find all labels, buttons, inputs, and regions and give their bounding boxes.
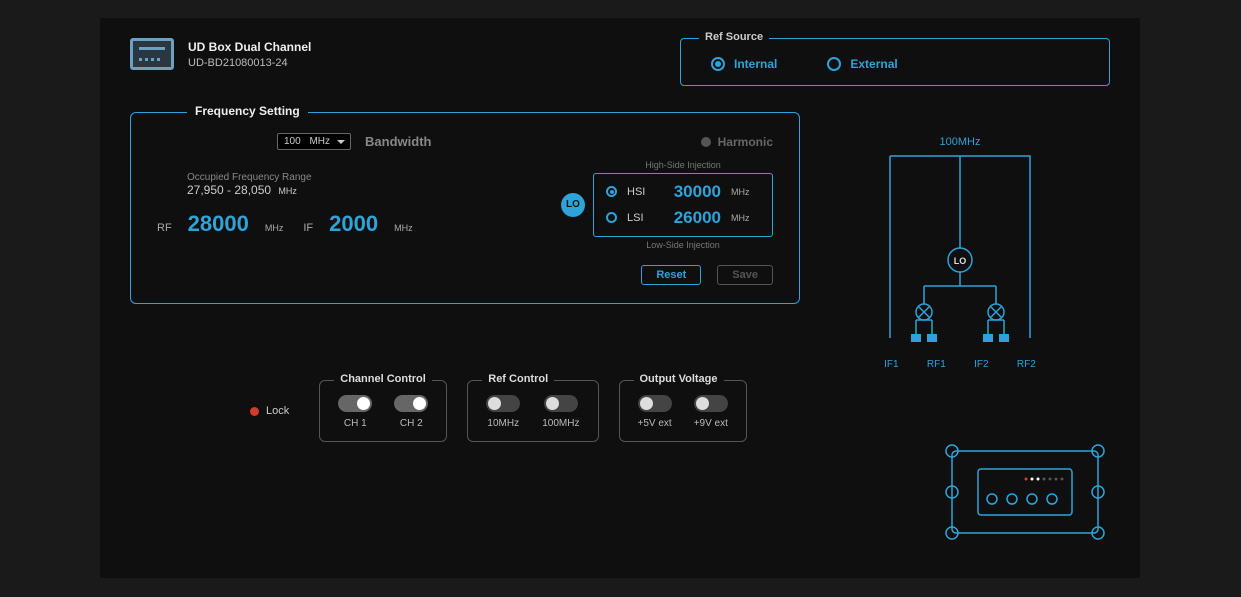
lo-diagram: 100MHz LO (870, 136, 1050, 386)
lock-dot-icon (250, 407, 259, 416)
device-model: UD-BD21080013-24 (188, 57, 311, 69)
if-field[interactable]: IF 2000 MHz (303, 211, 412, 237)
ref-100mhz-toggle[interactable] (544, 395, 578, 412)
bandwidth-select[interactable]: 100 MHz (277, 133, 351, 150)
ref-source-internal[interactable]: Internal (711, 57, 777, 71)
ref-control-panel: Ref Control 10MHz 100MHz (467, 380, 598, 442)
svg-text:LO: LO (954, 256, 967, 266)
bandwidth-label: Bandwidth (365, 134, 431, 149)
rf-field[interactable]: RF 28000 MHz (157, 211, 283, 237)
freq-legend: Frequency Setting (187, 104, 308, 118)
output-voltage-panel: Output Voltage +5V ext +9V ext (619, 380, 747, 442)
lo-selection: High-Side Injection HSI 30000 MHz LSI 26… (593, 173, 773, 237)
port-label: IF1 (884, 359, 898, 370)
channel-control-panel: Channel Control CH 1 CH 2 (319, 380, 447, 442)
lo-badge-icon: LO (561, 193, 585, 217)
device-title: UD Box Dual Channel (188, 40, 311, 54)
ch1-toggle[interactable] (338, 395, 372, 412)
lo-lsi-option[interactable]: LSI 26000 MHz (606, 208, 760, 228)
ref-source-external[interactable]: External (827, 57, 897, 71)
device-icon (130, 38, 174, 70)
lock-indicator: Lock (250, 405, 289, 417)
harmonic-indicator: Harmonic (701, 135, 773, 149)
ch2-toggle[interactable] (394, 395, 428, 412)
device-info: UD Box Dual Channel UD-BD21080013-24 (130, 38, 311, 70)
ref-10mhz-toggle[interactable] (486, 395, 520, 412)
port-label: IF2 (974, 359, 988, 370)
ref-source-legend: Ref Source (699, 31, 769, 43)
hsi-note: High-Side Injection (645, 160, 721, 170)
device-outline-icon (940, 439, 1110, 550)
frequency-setting-panel: Frequency Setting 100 MHz Bandwidth Harm… (130, 112, 800, 304)
dot-icon (701, 137, 711, 147)
port-label: RF1 (927, 359, 946, 370)
ref-source-group: Ref Source Internal External (680, 38, 1110, 86)
occupied-range: Occupied Frequency Range 27,950 - 28,050… (187, 172, 545, 197)
radio-icon (827, 57, 841, 71)
lo-hsi-option[interactable]: HSI 30000 MHz (606, 182, 760, 202)
5v-toggle[interactable] (638, 395, 672, 412)
lsi-note: Low-Side Injection (646, 240, 720, 250)
save-button[interactable]: Save (717, 265, 773, 285)
radio-icon (711, 57, 725, 71)
port-label: RF2 (1017, 359, 1036, 370)
reset-button[interactable]: Reset (641, 265, 701, 285)
radio-icon (606, 212, 617, 223)
diagram-svg: LO (870, 148, 1050, 358)
9v-toggle[interactable] (694, 395, 728, 412)
diagram-top-label: 100MHz (870, 136, 1050, 148)
radio-icon (606, 186, 617, 197)
